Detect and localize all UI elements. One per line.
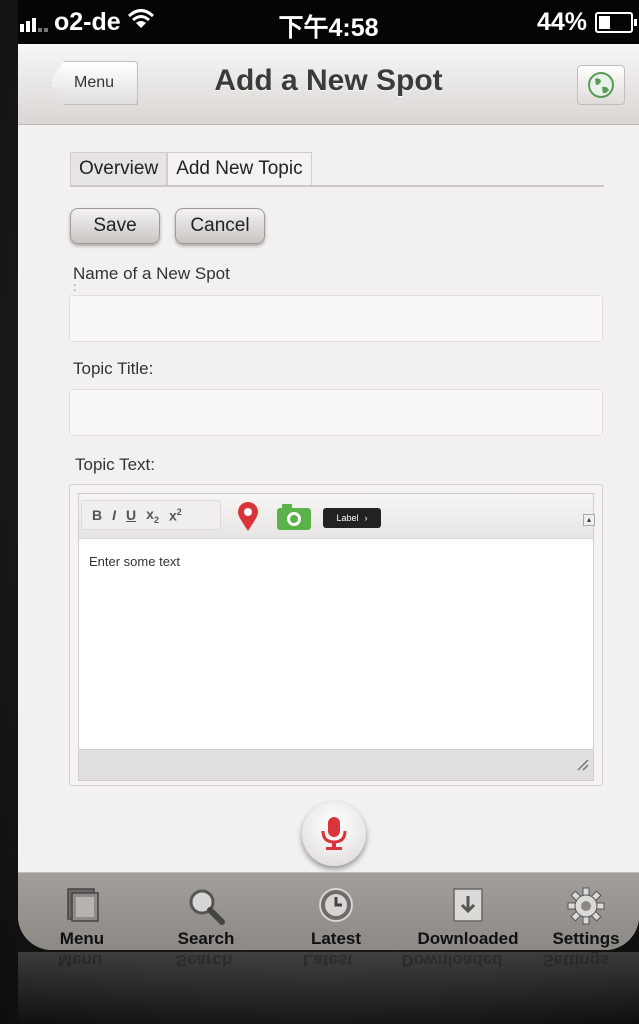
cancel-button[interactable]: Cancel xyxy=(175,208,265,244)
reflection-label-settings: Settings xyxy=(542,952,610,970)
subscript-digit: 2 xyxy=(153,514,159,525)
tab-bar-reflection: Menu Search Latest Downloaded Settings xyxy=(18,952,639,1024)
search-icon xyxy=(187,887,225,930)
spot-name-label-colon: : xyxy=(73,280,77,294)
status-bar: o2-de 下午4:58 44% xyxy=(18,0,639,44)
reflection-label-search: Search xyxy=(175,952,233,970)
tabbar-label-settings: Settings xyxy=(552,929,620,948)
globe-icon xyxy=(588,72,614,98)
bold-button[interactable]: B xyxy=(92,507,102,523)
label-button[interactable]: Label › xyxy=(323,508,381,528)
battery-percent: 44% xyxy=(536,8,587,36)
globe-button[interactable] xyxy=(577,65,625,105)
subscript-glyph: x xyxy=(146,505,154,522)
spot-name-label: Name of a New Spot xyxy=(73,264,230,283)
editor-frame: B I U x2 x2 Label › ▴ Enter some text xyxy=(78,493,595,781)
tabbar-label-latest: Latest xyxy=(310,929,362,948)
navigation-bar: Menu Add a New Spot xyxy=(18,44,639,125)
label-button-text: Label xyxy=(336,513,359,523)
editor-toolbar: B I U x2 x2 Label › ▴ xyxy=(79,494,595,539)
battery-icon xyxy=(595,12,637,33)
battery-group: 44% xyxy=(536,8,637,37)
resize-grip-icon[interactable] xyxy=(575,757,589,776)
editor-text-area[interactable]: Enter some text xyxy=(89,554,180,569)
app-screen: o2-de 下午4:58 44% Menu Add a New Spot Ove… xyxy=(18,0,639,950)
page-title: Add a New Spot xyxy=(214,64,443,97)
clock-icon xyxy=(318,887,354,928)
tabbar-item-latest[interactable]: Latest xyxy=(274,873,398,950)
topic-text-label: Topic Text: xyxy=(75,455,156,474)
reflection-label-menu: Menu xyxy=(57,952,103,970)
microphone-button[interactable] xyxy=(302,802,366,866)
tab-overview[interactable]: Overview xyxy=(70,152,168,186)
microphone-icon xyxy=(321,817,347,850)
chevron-right-icon: › xyxy=(364,513,368,523)
tab-strip: Overview Add New Topic xyxy=(70,152,312,186)
superscript-digit: 2 xyxy=(176,506,182,517)
reflection-label-downloaded: Downloaded xyxy=(401,952,503,970)
rich-text-editor: B I U x2 x2 Label › ▴ Enter some text xyxy=(69,484,603,786)
camera-icon[interactable] xyxy=(277,504,311,535)
tabbar-label-downloaded: Downloaded xyxy=(417,929,519,948)
format-group: B I U x2 x2 xyxy=(81,500,221,530)
gear-icon xyxy=(567,887,605,930)
tabbar-label-menu: Menu xyxy=(59,929,105,948)
tab-add-new-topic[interactable]: Add New Topic xyxy=(167,152,312,186)
reflection-label-latest: Latest xyxy=(302,952,354,970)
tab-divider xyxy=(70,185,604,187)
save-button[interactable]: Save xyxy=(70,208,160,244)
scroll-up-arrow[interactable]: ▴ xyxy=(583,514,595,526)
tabbar-label-search: Search xyxy=(177,929,235,948)
menu-pages-icon xyxy=(64,887,100,928)
superscript-glyph: x xyxy=(168,507,177,524)
download-icon xyxy=(452,887,484,928)
tabbar-item-settings[interactable]: Settings xyxy=(524,873,639,950)
subscript-button[interactable]: x2 xyxy=(146,506,159,525)
editor-status-bar xyxy=(79,749,593,780)
tabbar-item-menu[interactable]: Menu xyxy=(20,873,144,950)
topic-title-input[interactable] xyxy=(69,389,603,436)
reflection-labels: Menu Search Latest Downloaded Settings xyxy=(18,952,639,970)
tabbar-item-downloaded[interactable]: Downloaded xyxy=(406,873,530,950)
map-pin-icon[interactable] xyxy=(237,502,259,537)
tabbar-item-search[interactable]: Search xyxy=(144,873,268,950)
italic-button[interactable]: I xyxy=(112,507,116,523)
bottom-tab-bar: Menu Search Latest Downloaded Settings xyxy=(18,872,639,950)
superscript-button[interactable]: x2 xyxy=(169,507,182,524)
underline-button[interactable]: U xyxy=(126,507,136,523)
topic-title-label: Topic Title: xyxy=(73,359,154,378)
spot-name-input[interactable] xyxy=(69,295,603,342)
